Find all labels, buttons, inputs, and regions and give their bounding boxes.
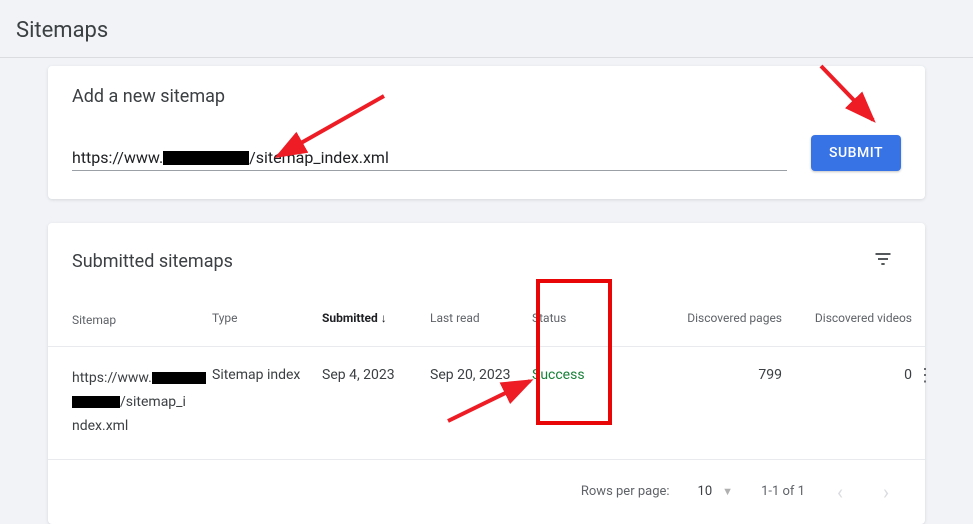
cell-status: Success [532,367,632,383]
prev-page-button[interactable]: ‹ [833,476,847,508]
header-submitted[interactable]: Submitted ↓ [322,311,430,330]
table-header: Sitemap Type Submitted ↓ Last read Statu… [48,289,925,347]
submitted-sitemaps-card: Submitted sitemaps Sitemap Type Submitte… [48,223,925,524]
sitemap-url-input-wrapper: https://www. /sitemap_index.xml [72,148,787,171]
add-sitemap-title: Add a new sitemap [72,86,901,107]
header-sitemap[interactable]: Sitemap [72,311,212,330]
chevron-down-icon: ▼ [722,485,733,498]
next-page-button[interactable]: › [879,476,893,508]
cell-videos: 0 [782,367,912,383]
cell-pages: 799 [632,367,782,383]
rows-per-page-select[interactable]: 10 ▼ [698,484,734,499]
url-suffix: /sitemap_index.xml [249,148,389,167]
table-row[interactable]: https://www./sitemap_index.xml Sitemap i… [48,347,925,459]
sitemap-url-input[interactable]: https://www. /sitemap_index.xml [72,148,787,168]
submitted-sitemaps-title: Submitted sitemaps [72,251,233,272]
redacted-domain-row2 [72,396,120,408]
sort-desc-icon: ↓ [381,311,387,325]
submit-button[interactable]: SUBMIT [811,135,901,171]
rows-per-page-value: 10 [698,484,713,499]
cell-type: Sitemap index [212,367,322,383]
add-sitemap-card: Add a new sitemap https://www. /sitemap_i… [48,66,925,199]
cell-lastread: Sep 20, 2023 [430,367,532,383]
cell-url-prefix: https://www. [72,370,152,386]
pagination-range: 1-1 of 1 [761,484,805,499]
url-prefix: https://www. [72,148,163,167]
header-type[interactable]: Type [212,311,322,330]
page-title: Sitemaps [0,0,973,58]
header-submitted-label: Submitted [322,311,378,325]
filter-icon[interactable] [865,241,901,281]
rows-per-page-label: Rows per page: [581,484,670,499]
header-pages[interactable]: Discovered pages [632,311,782,330]
cell-sitemap: https://www./sitemap_index.xml [72,367,212,438]
header-lastread[interactable]: Last read [430,311,532,330]
header-videos[interactable]: Discovered videos [782,311,912,330]
redacted-domain-row [152,372,206,384]
cell-submitted: Sep 4, 2023 [322,367,430,383]
header-status[interactable]: Status [532,311,632,330]
redacted-domain [163,151,249,165]
pagination: Rows per page: 10 ▼ 1-1 of 1 ‹ › [48,460,925,524]
more-icon[interactable]: ⋮ [912,361,938,390]
